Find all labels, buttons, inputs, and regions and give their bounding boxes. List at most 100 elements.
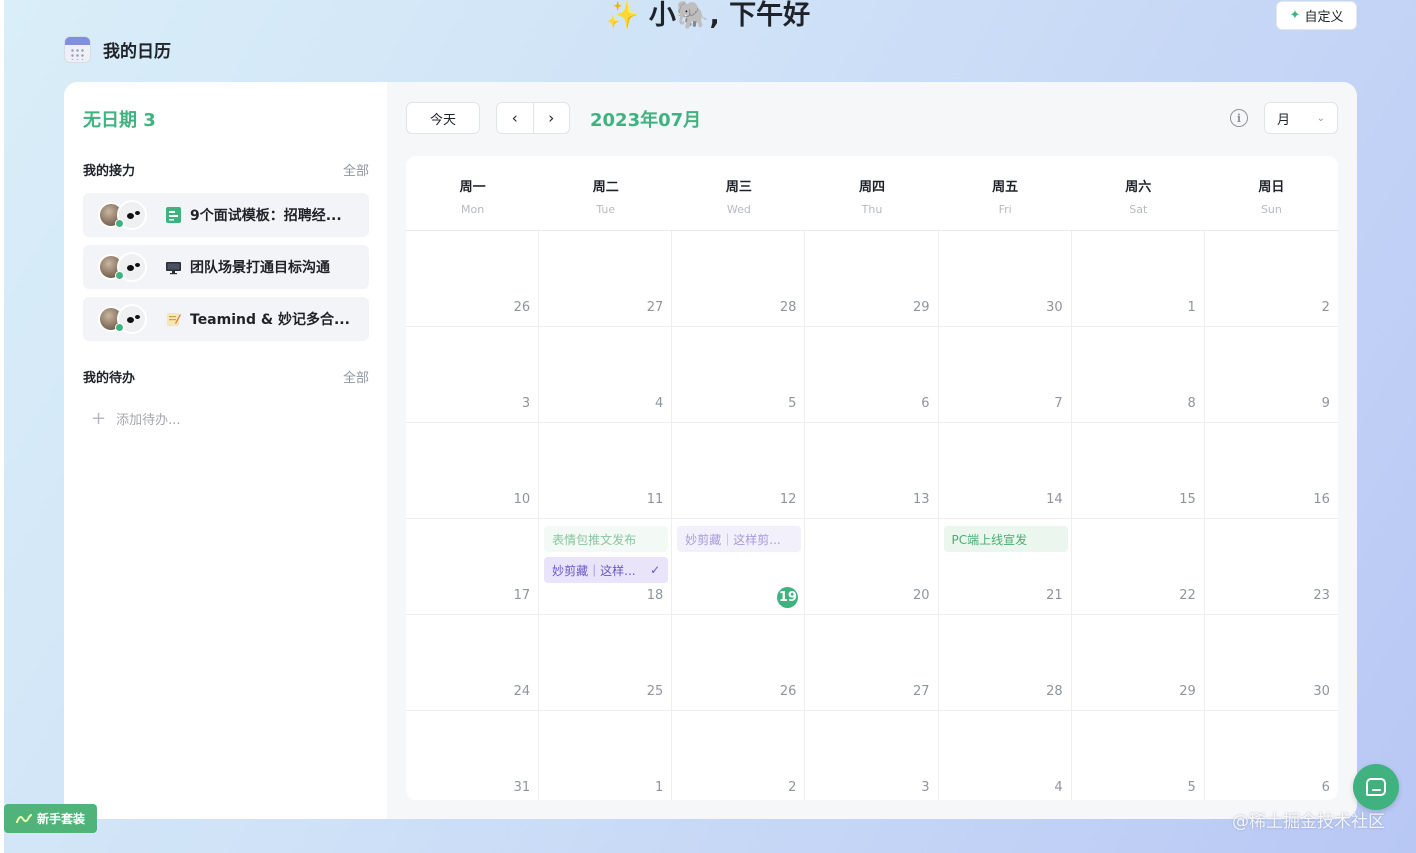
day-cell[interactable]: 8	[1071, 327, 1205, 423]
day-number: 11	[646, 492, 664, 507]
check-icon: ✓	[650, 563, 661, 577]
weekday-header: 周一 Mon	[406, 156, 539, 230]
day-cell[interactable]: 9	[1204, 327, 1338, 423]
day-cell[interactable]: 2	[1204, 231, 1338, 327]
day-cell[interactable]: 2	[672, 711, 806, 800]
day-cell[interactable]: 4	[539, 327, 673, 423]
day-cell[interactable]: 27	[539, 231, 673, 327]
day-cell[interactable]: 28	[672, 231, 806, 327]
calendar-icon	[64, 35, 91, 63]
day-number: 15	[1179, 492, 1196, 507]
weekday-header: 周日 Sun	[1205, 156, 1338, 230]
day-number: 2	[1321, 300, 1330, 315]
day-cell[interactable]: 29	[805, 231, 939, 327]
calendar-event[interactable]: 表情包推文发布	[544, 526, 669, 552]
day-cell[interactable]: 31	[406, 711, 540, 800]
todo-section-header: 我的待办 全部	[83, 367, 369, 386]
day-cell[interactable]: 22	[1071, 519, 1205, 615]
day-cell[interactable]: 26	[406, 231, 540, 327]
day-number: 29	[1179, 684, 1196, 699]
add-todo-label: 添加待办...	[116, 413, 181, 428]
left-edge-strip	[0, 0, 4, 853]
relay-all-link[interactable]: 全部	[343, 160, 369, 179]
weekday-cn: 周一	[459, 180, 486, 195]
customize-button[interactable]: ✦ 自定义	[1276, 1, 1357, 30]
day-number: 25	[646, 684, 664, 699]
day-number: 30	[1313, 684, 1330, 699]
day-number: 23	[1313, 588, 1330, 603]
day-cell[interactable]: 3	[406, 327, 540, 423]
event-title: 妙剪藏｜这样剪...	[685, 532, 781, 547]
day-cell[interactable]: 24	[406, 615, 540, 711]
day-number: 16	[1313, 492, 1330, 507]
calendar-event[interactable]: PC端上线宣发	[943, 526, 1068, 552]
weekday-en: Thu	[861, 203, 883, 216]
calendar-event[interactable]: 妙剪藏｜这样... ✓	[544, 557, 669, 583]
day-cell[interactable]: 1	[539, 711, 673, 800]
no-date-title: 无日期 3	[83, 110, 156, 131]
day-cell[interactable]: 30	[938, 231, 1072, 327]
day-number: 29	[912, 300, 930, 315]
app-title: 我的日历	[64, 35, 171, 63]
day-cell[interactable]: 25	[539, 615, 673, 711]
day-number: 14	[1046, 492, 1063, 507]
day-number: 18	[646, 588, 664, 603]
day-cell[interactable]: 3	[805, 711, 939, 800]
day-cell[interactable]: 妙剪藏｜这样剪... 19	[672, 519, 806, 615]
day-number: 5	[788, 396, 797, 411]
day-cell[interactable]: 10	[406, 423, 540, 519]
day-cell[interactable]: 5	[1072, 711, 1205, 800]
day-cell[interactable]: 11	[539, 423, 673, 519]
main-card: 无日期 3 我的接力 全部 9个面试模板：招聘经... 团队场景打通目标沟通 T…	[64, 82, 1357, 819]
prev-month-button[interactable]: ‹	[497, 103, 533, 133]
day-cell[interactable]: 15	[1071, 423, 1205, 519]
day-cell[interactable]: 23	[1204, 519, 1338, 615]
day-cell[interactable]: 16	[1204, 423, 1338, 519]
relay-item[interactable]: Teamind & 妙记多合...	[83, 297, 369, 341]
day-number: 12	[779, 492, 797, 507]
day-number: 3	[921, 780, 930, 795]
avatar-group	[98, 304, 154, 334]
weekday-en: Fri	[998, 203, 1012, 216]
day-cell[interactable]: 20	[805, 519, 939, 615]
add-todo-button[interactable]: + 添加待办...	[91, 408, 181, 429]
day-number: 27	[646, 300, 664, 315]
next-month-button[interactable]: ›	[534, 103, 570, 133]
calendar-event[interactable]: 妙剪藏｜这样剪...	[677, 526, 802, 552]
day-cell[interactable]: PC端上线宣发 21	[938, 519, 1072, 615]
day-cell[interactable]: 13	[805, 423, 939, 519]
day-cell[interactable]: 4	[939, 711, 1072, 800]
day-cell[interactable]: 27	[805, 615, 939, 711]
day-number: 20	[912, 588, 930, 603]
day-number: 2	[788, 780, 797, 795]
day-cell[interactable]: 表情包推文发布 妙剪藏｜这样... ✓ 18	[539, 519, 673, 615]
day-number: 6	[921, 396, 930, 411]
day-cell[interactable]: 6	[1205, 711, 1338, 800]
plus-icon: +	[91, 408, 107, 429]
day-cell[interactable]: 1	[1071, 231, 1205, 327]
day-cell[interactable]: 6	[805, 327, 939, 423]
day-cell[interactable]: 30	[1204, 615, 1338, 711]
day-cell[interactable]: 12	[672, 423, 806, 519]
day-cell[interactable]: 7	[938, 327, 1072, 423]
view-select[interactable]: 月 ⌄	[1264, 102, 1338, 134]
relay-item[interactable]: 团队场景打通目标沟通	[83, 245, 369, 289]
day-cell[interactable]: 14	[938, 423, 1072, 519]
greeting-title: ✨ 小🐘, 下午好	[0, 0, 1416, 34]
event-title: PC端上线宣发	[951, 532, 1028, 547]
day-cell[interactable]: 5	[672, 327, 806, 423]
relay-item[interactable]: 9个面试模板：招聘经...	[83, 193, 369, 237]
day-number: 5	[1187, 780, 1196, 795]
day-number: 28	[779, 300, 797, 315]
onboarding-kit-button[interactable]: 新手套装	[4, 804, 97, 833]
day-cell[interactable]: 28	[938, 615, 1072, 711]
today-button[interactable]: 今天	[406, 102, 480, 134]
info-icon[interactable]: i	[1230, 109, 1248, 127]
day-number: 1	[1187, 300, 1196, 315]
day-cell[interactable]: 29	[1071, 615, 1205, 711]
day-cell[interactable]: 17	[406, 519, 540, 615]
todo-all-link[interactable]: 全部	[343, 367, 369, 386]
chat-support-button[interactable]	[1353, 764, 1399, 810]
day-cell[interactable]: 26	[672, 615, 806, 711]
chevron-down-icon: ⌄	[1316, 112, 1325, 124]
